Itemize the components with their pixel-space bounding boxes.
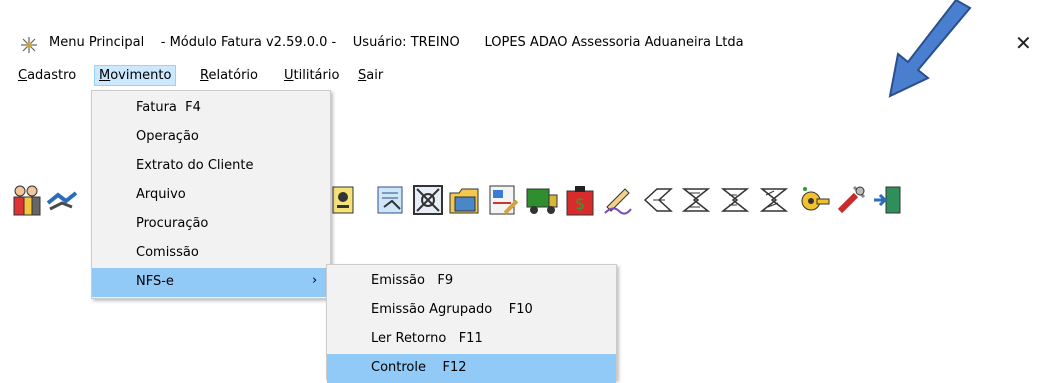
- menu-relatorio[interactable]: Relatório: [196, 66, 262, 85]
- menu-item-fatura[interactable]: Fatura F4: [92, 94, 330, 123]
- menu-movimento[interactable]: Movimento: [93, 65, 177, 86]
- exit-icon[interactable]: [870, 183, 904, 217]
- menu-relatorio-label: elatório: [208, 68, 258, 83]
- menu-item-nfse-label: NFS-e: [136, 274, 174, 289]
- nfse-submenu: Emissão F9 Emissão Agrupado F10 Ler Reto…: [326, 264, 617, 383]
- handshake-icon[interactable]: [46, 183, 80, 217]
- menu-item-operacao-label: Operação: [136, 129, 199, 144]
- menu-movimento-label: ovimento: [110, 68, 172, 83]
- menu-item-operacao[interactable]: Operação: [92, 123, 330, 152]
- close-button[interactable]: ✕: [1015, 31, 1032, 55]
- submenu-item-emissao-label: Emissão F9: [371, 273, 454, 288]
- title-module: - Módulo Fatura v2.59.0.0 -: [160, 35, 337, 50]
- menu-item-arquivo-label: Arquivo: [136, 187, 186, 202]
- menu-item-extrato-cliente-label: Extrato do Cliente: [136, 158, 254, 173]
- menu-movimento-accel: M: [99, 68, 111, 83]
- svg-text:$: $: [575, 194, 585, 213]
- title-company: LOPES ADAO Assessoria Aduaneira Ltda: [484, 35, 744, 50]
- menu-item-comissao[interactable]: Comissão: [92, 239, 330, 268]
- movimento-menu: Fatura F4 Operação Extrato do Cliente Ar…: [91, 90, 331, 299]
- submenu-item-controle[interactable]: Controle F12: [327, 354, 616, 383]
- nfe-group-icon[interactable]: [680, 183, 714, 217]
- nfe-return-icon[interactable]: [719, 183, 753, 217]
- submenu-item-ler-retorno[interactable]: Ler Retorno F11: [327, 325, 616, 354]
- menu-item-comissao-label: Comissão: [136, 245, 199, 260]
- menu-sair[interactable]: Sair: [354, 66, 387, 85]
- menu-utilitario-accel: U: [284, 68, 294, 83]
- report-icon[interactable]: [487, 183, 521, 217]
- invoice-icon[interactable]: [327, 183, 361, 217]
- app-logo-icon: [21, 37, 37, 53]
- title-app: Menu Principal: [49, 35, 145, 50]
- window-title: Menu Principal - Módulo Fatura v2.59.0.0…: [49, 35, 744, 50]
- menu-item-nfse[interactable]: NFS-e ›: [92, 268, 330, 297]
- menu-utilitario-label: tilitário: [293, 68, 340, 83]
- menu-cadastro[interactable]: Cadastro: [14, 66, 80, 85]
- menu-sair-label: air: [366, 68, 384, 83]
- menu-item-fatura-label: Fatura F4: [136, 100, 201, 115]
- submenu-item-ler-retorno-label: Ler Retorno F11: [371, 331, 483, 346]
- document-icon[interactable]: [374, 183, 408, 217]
- submenu-item-emissao-agrupado-label: Emissão Agrupado F10: [371, 302, 533, 317]
- money-bag-icon[interactable]: $: [563, 183, 597, 217]
- users-icon[interactable]: [10, 183, 44, 217]
- nfe-control-icon[interactable]: [758, 183, 792, 217]
- chevron-right-icon: ›: [312, 273, 318, 288]
- signature-icon[interactable]: [601, 183, 635, 217]
- menu-utilitario[interactable]: Utilitário: [280, 66, 343, 85]
- chart-icon[interactable]: [411, 183, 445, 217]
- folder-icon[interactable]: [447, 183, 481, 217]
- tools-icon[interactable]: [834, 183, 868, 217]
- title-user: Usuário: TREINO: [352, 35, 460, 50]
- nfe-icon[interactable]: [641, 183, 675, 217]
- menu-item-procuracao[interactable]: Procuração: [92, 210, 330, 239]
- submenu-item-emissao[interactable]: Emissão F9: [327, 267, 616, 296]
- submenu-item-controle-label: Controle F12: [371, 360, 467, 375]
- menu-item-procuracao-label: Procuração: [136, 216, 209, 231]
- menu-cadastro-label: adastro: [27, 68, 77, 83]
- key-icon[interactable]: [797, 183, 831, 217]
- menu-item-arquivo[interactable]: Arquivo: [92, 181, 330, 210]
- menu-item-extrato-cliente[interactable]: Extrato do Cliente: [92, 152, 330, 181]
- menu-cadastro-accel: C: [18, 68, 28, 83]
- submenu-item-emissao-agrupado[interactable]: Emissão Agrupado F10: [327, 296, 616, 325]
- annotation-arrow: [888, 0, 972, 98]
- truck-icon[interactable]: [525, 183, 559, 217]
